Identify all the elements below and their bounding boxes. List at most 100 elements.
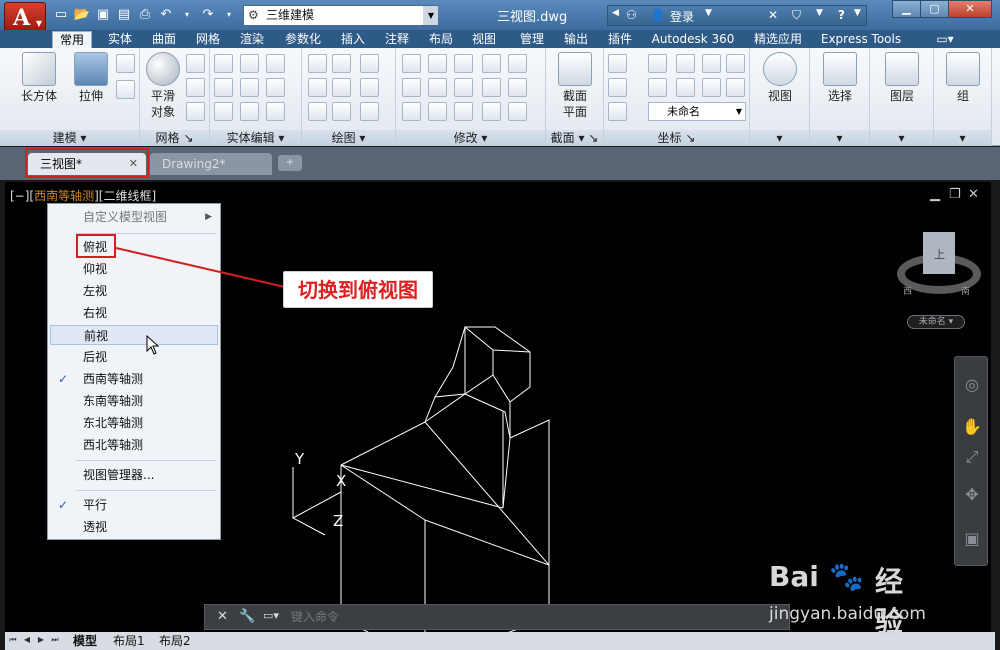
layers-button[interactable]: 图层 [882, 52, 922, 104]
fillet-icon[interactable] [402, 54, 421, 73]
viewport-minimize-icon[interactable]: ▁ [930, 187, 940, 202]
slice-icon[interactable] [240, 78, 259, 97]
pan-hand-icon[interactable]: ✋ [960, 415, 984, 439]
redo-dropdown-icon[interactable]: ▾ [220, 6, 238, 24]
trim-icon[interactable] [508, 54, 527, 73]
section-plane-button[interactable]: 截面 平面 [554, 52, 596, 120]
intersect-icon[interactable] [214, 102, 233, 121]
last-layout-icon[interactable]: ⏭ [49, 634, 61, 646]
helix-icon[interactable] [332, 54, 351, 73]
save-icon[interactable]: ▣ [94, 6, 112, 24]
ucs-3point-icon[interactable] [648, 78, 667, 97]
ucs-face-icon[interactable] [702, 54, 721, 73]
tab-mesh[interactable]: 网格 [188, 31, 228, 48]
ucs-z-icon[interactable] [648, 54, 667, 73]
tab-featured-apps[interactable]: 精选应用 [748, 31, 808, 48]
align-icon[interactable] [482, 78, 501, 97]
file-tab-drawing2[interactable]: Drawing2* [150, 153, 272, 175]
tab-solid[interactable]: 实体 [100, 31, 140, 48]
tab-render[interactable]: 渲染 [232, 31, 272, 48]
next-layout-icon[interactable]: ▶ [35, 634, 47, 646]
3d-move-gizmo-icon[interactable] [428, 54, 447, 73]
ucs-origin-icon[interactable] [726, 78, 745, 97]
ellipse-icon[interactable] [360, 102, 379, 121]
selection-button[interactable]: 选择 [820, 52, 860, 104]
3d-rotate-icon[interactable] [428, 78, 447, 97]
arc-icon[interactable] [360, 54, 379, 73]
a360-dropdown-icon[interactable]: ▼ [816, 8, 823, 18]
panel-label-solid-edit[interactable]: 实体编辑 ▾ [210, 130, 301, 146]
layout-tab-2[interactable]: 布局2 [159, 633, 191, 649]
union-icon[interactable] [214, 54, 233, 73]
3d-scale-icon[interactable] [428, 102, 447, 121]
application-menu-button[interactable]: A ▼ [4, 2, 46, 32]
ucs-previous-icon[interactable] [608, 102, 627, 121]
extrude-button[interactable]: 拉伸 [68, 52, 114, 104]
tab-layout[interactable]: 布局 [421, 31, 461, 48]
tab-insert[interactable]: 插入 [333, 31, 373, 48]
box-button[interactable]: 长方体 [16, 52, 62, 104]
menu-item-perspective[interactable]: 透视 [50, 517, 218, 537]
stretch-icon[interactable] [482, 102, 501, 121]
tab-autodesk-360[interactable]: Autodesk 360 [648, 31, 738, 48]
new-file-icon[interactable]: ▭ [52, 6, 70, 24]
panel-dropdown-view[interactable]: ▾ [750, 130, 809, 146]
tab-express-tools[interactable]: Express Tools [816, 31, 906, 48]
undo-icon[interactable]: ↶ [157, 6, 175, 24]
maximize-button[interactable]: ▢ [920, 0, 949, 18]
menu-item-custom-views[interactable]: 自定义模型视图 ▶ [50, 207, 218, 227]
copy-icon[interactable] [454, 78, 473, 97]
qat-customize-button[interactable]: ▼ [424, 6, 438, 25]
polygon-icon[interactable] [308, 102, 327, 121]
menu-item-parallel[interactable]: ✓ 平行 [50, 495, 218, 515]
tab-parametric[interactable]: 参数化 [278, 31, 328, 48]
mesh-refine-icon[interactable] [186, 78, 205, 97]
subtract-icon[interactable] [214, 78, 233, 97]
command-input[interactable] [291, 607, 781, 627]
panel-dropdown-groups[interactable]: ▾ [934, 130, 991, 146]
login-link[interactable]: 登录 [670, 8, 694, 25]
panel-label-modify[interactable]: 修改 ▾ [396, 130, 545, 146]
user-icon[interactable]: 👤 [650, 8, 665, 22]
orbit-icon[interactable]: ✥ [960, 483, 984, 507]
open-file-icon[interactable]: 📂 [73, 6, 91, 24]
move-icon[interactable] [454, 54, 473, 73]
menu-item-nw-iso[interactable]: 西北等轴测 [50, 435, 218, 455]
menu-item-ne-iso[interactable]: 东北等轴测 [50, 413, 218, 433]
thicken-icon[interactable] [240, 102, 259, 121]
tab-view[interactable]: 视图 [464, 31, 504, 48]
viewport-restore-icon[interactable]: ❐ [949, 187, 961, 202]
array-icon[interactable] [508, 78, 527, 97]
tab-manage[interactable]: 管理 [512, 31, 552, 48]
mirror-icon[interactable] [454, 102, 473, 121]
rectangle-icon[interactable] [332, 102, 351, 121]
panel-dropdown-selection[interactable]: ▾ [810, 130, 869, 146]
extract-edges-icon[interactable] [240, 54, 259, 73]
group-button[interactable]: 组 [944, 52, 982, 104]
viewcube[interactable]: 上 西 南 [897, 232, 981, 302]
undo-dropdown-icon[interactable]: ▾ [178, 6, 196, 24]
layout-tab-1[interactable]: 布局1 [113, 633, 145, 649]
ucs-icon[interactable] [608, 54, 627, 73]
viewport-visual-style[interactable]: ][二维线框] [94, 189, 156, 203]
menu-item-front[interactable]: 前视 [50, 325, 218, 345]
polyline-icon[interactable] [308, 54, 327, 73]
menu-item-view-manager[interactable]: 视图管理器... [50, 465, 218, 485]
viewport-close-icon[interactable]: ✕ [968, 187, 979, 202]
save-as-icon[interactable]: ▤ [115, 6, 133, 24]
ribbon-minimize-icon[interactable]: ▭▾ [930, 31, 960, 48]
exchange-apps-icon[interactable]: ✕ [768, 8, 778, 22]
panel-label-draw[interactable]: 绘图 ▾ [302, 130, 395, 146]
close-button[interactable]: ✕ [948, 0, 992, 18]
presspull-icon[interactable] [116, 80, 135, 99]
tab-annotate[interactable]: 注释 [377, 31, 417, 48]
prev-layout-icon[interactable]: ◀ [21, 634, 33, 646]
ucs-x-icon[interactable] [676, 54, 695, 73]
menu-item-sw-iso[interactable]: ✓ 西南等轴测 [50, 369, 218, 389]
view-button[interactable]: 视图 [760, 52, 800, 104]
tab-plugins[interactable]: 插件 [600, 31, 640, 48]
binoculars-icon[interactable]: ⚇ [626, 8, 637, 22]
minimize-button[interactable]: ▁ [892, 0, 921, 18]
panel-label-section[interactable]: 截面 ▾ ↘ [546, 130, 603, 146]
redo-icon[interactable]: ↷ [199, 6, 217, 24]
